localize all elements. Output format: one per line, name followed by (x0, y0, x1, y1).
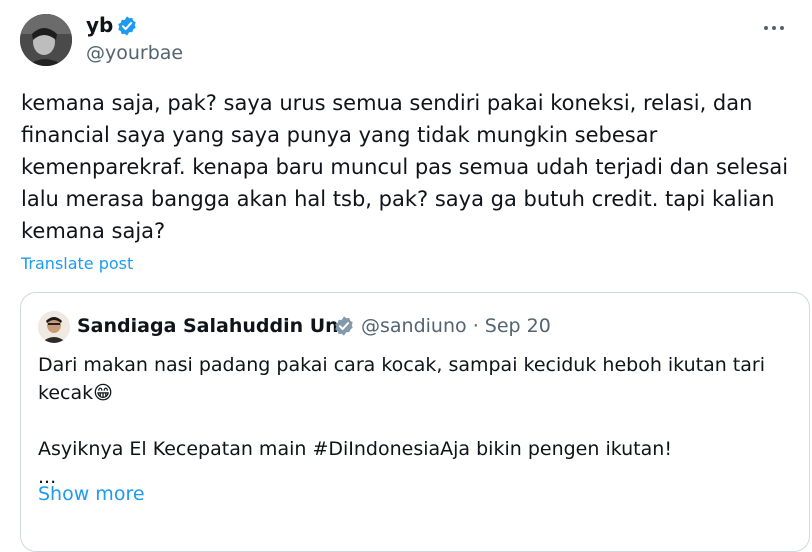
author-avatar[interactable] (20, 14, 72, 66)
quote-author-avatar-image (38, 311, 70, 343)
quote-author-avatar[interactable] (38, 311, 70, 343)
more-options-ellipsis-icon[interactable] (760, 16, 788, 40)
author-avatar-image (20, 14, 72, 66)
quote-text: Dari makan nasi padang pakai cara kocak,… (38, 354, 765, 488)
quote-author-handle[interactable]: @sandiuno (361, 315, 467, 337)
post-text: kemana saja, pak? saya urus semua sendir… (21, 91, 789, 243)
quote-date[interactable]: Sep 20 (485, 315, 551, 337)
quote-verified-badge-icon (335, 316, 353, 336)
show-more-link[interactable]: Show more (38, 483, 145, 505)
quote-author-name[interactable]: Sandiaga Salahuddin Uno (77, 315, 352, 337)
author-handle[interactable]: @yourbae (86, 42, 183, 64)
translate-post-link[interactable]: Translate post (21, 254, 133, 273)
quote-separator: · (472, 315, 479, 337)
author-name[interactable]: yb (86, 13, 113, 37)
quote-meta: @sandiuno · Sep 20 (361, 315, 551, 337)
quoted-post-card[interactable]: Sandiaga Salahuddin Uno @sandiuno · Sep … (20, 292, 810, 552)
verified-badge-icon (118, 16, 136, 36)
